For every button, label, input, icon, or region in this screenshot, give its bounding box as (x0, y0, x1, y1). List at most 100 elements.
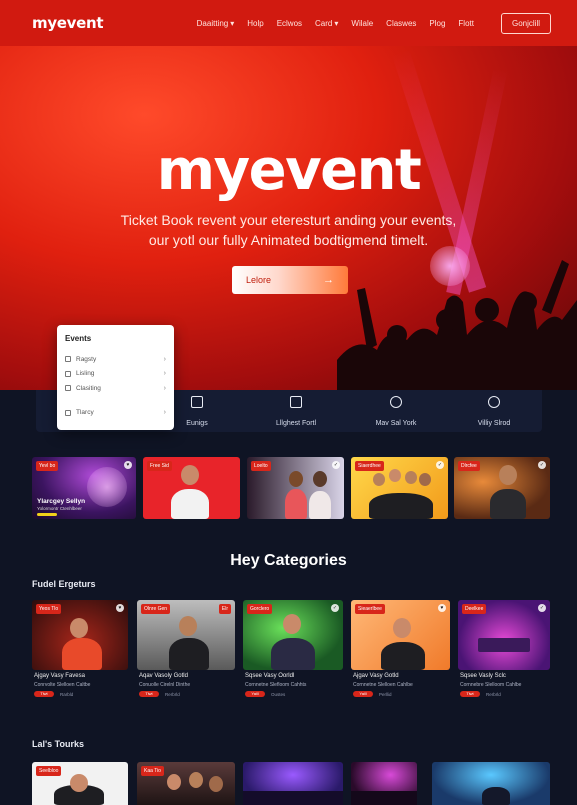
tour-card[interactable] (432, 762, 550, 805)
crowd-image (351, 791, 417, 805)
strip-item[interactable]: Lllghest Fortl (251, 396, 341, 430)
nav-menu: Daaitting ▾ Holp Eclwos Card ▾ Wilale Clas… (197, 12, 551, 34)
nav-item-0[interactable]: Daaitting ▾ (197, 19, 235, 28)
card-pill[interactable]: Tlwt (460, 691, 480, 697)
card-subtitle: Conuolle Cirelnl Dinthe (139, 682, 191, 688)
nav-item-7[interactable]: Flott (458, 19, 474, 28)
strip-item-label: Lllghest Fortl (275, 420, 317, 427)
check-icon[interactable]: ✓ (538, 604, 546, 612)
heart-icon[interactable]: ♥ (116, 604, 124, 612)
row-title: Lal's Tourks (32, 739, 84, 749)
card-subtitle: Yolormontr Ctenhlbeer (37, 506, 82, 511)
section-title: Hey Categories (230, 552, 347, 569)
chevron-right-icon: › (163, 384, 166, 392)
nav-item-3[interactable]: Card ▾ (315, 19, 338, 28)
check-icon[interactable]: ✓ (332, 461, 340, 469)
nav-item-5[interactable]: Claswes (386, 19, 416, 28)
chevron-down-icon: ▾ (334, 18, 339, 28)
performer-head (289, 471, 303, 487)
tour-card[interactable]: Seelbloo (32, 762, 128, 805)
dropdown-item[interactable]: Clasiting › (65, 381, 166, 396)
performer-head (70, 618, 88, 638)
performer-image (285, 489, 307, 519)
check-icon[interactable]: ✓ (538, 461, 546, 469)
strip-item[interactable]: Mav Sal York (351, 396, 441, 430)
performer-head (70, 774, 88, 792)
nav-item-1[interactable]: Holp (247, 19, 263, 28)
crowd-silhouette (337, 260, 577, 390)
category-card[interactable]: Gorclero ✓ (243, 600, 343, 670)
tour-card[interactable] (243, 762, 343, 805)
performer-head (179, 616, 197, 636)
nav-item-4[interactable]: Wilale (351, 19, 373, 28)
card-pill[interactable]: Tlwt (139, 691, 159, 697)
card-pill[interactable]: Yaill (353, 691, 373, 697)
hero-cta-button[interactable]: Lelore → (232, 266, 348, 294)
performer-image (381, 642, 425, 670)
nav-item-label: Card (315, 18, 333, 28)
dropdown-item-label: Tlarcy (76, 409, 94, 417)
nav-item-2[interactable]: Eclwos (277, 19, 302, 28)
performer-head (405, 471, 417, 484)
events-dropdown: Events Ragsty › Lisling › Clasiting › Tl… (57, 325, 174, 430)
arrow-right-icon: → (323, 274, 334, 286)
featured-card[interactable]: Loelto ✓ (247, 457, 344, 519)
card-meta: Rarbld (60, 692, 74, 697)
hero-subtitle-line: Ticket Book revent your eteresturt andin… (120, 212, 457, 228)
card-title: Sqsee Vasly Sclc (460, 673, 506, 679)
nav-cta-button[interactable]: Gonjclill (500, 12, 551, 34)
dropdown-item[interactable]: Ragsty › (65, 352, 166, 367)
dropdown-item-label: Lisling (76, 370, 95, 378)
category-card[interactable]: Deelkee ✓ (458, 600, 550, 670)
chevron-right-icon: › (163, 355, 166, 363)
featured-card[interactable]: Siaerdhee ✓ (351, 457, 448, 519)
performer-head (373, 473, 385, 486)
sliders-icon (191, 396, 203, 408)
hero-cta-label: Lelore (246, 275, 272, 285)
performer-image (271, 638, 315, 670)
performer-head (181, 465, 199, 485)
dropdown-item-label: Clasiting (76, 384, 101, 392)
featured-card[interactable]: Dlrcfee ✓ (454, 457, 550, 519)
dropdown-title: Events (65, 334, 92, 343)
crowd-image (243, 791, 343, 805)
card-meta: Oustes (271, 692, 286, 697)
category-card[interactable]: Yeos Tlo ♥ (32, 600, 128, 670)
tour-card[interactable] (351, 762, 417, 805)
card-meta: Perllid (379, 692, 392, 697)
performer-image (169, 638, 209, 670)
featured-card[interactable]: Free Sid (143, 457, 240, 519)
performer-head (393, 618, 411, 638)
card-pill[interactable]: Yaill (245, 691, 265, 697)
card-subtitle: Conrvolte Slelloen Caltbe (34, 682, 91, 688)
performer-image (482, 787, 510, 805)
dropdown-item[interactable]: Lisling › (65, 367, 166, 382)
check-icon[interactable]: ✓ (331, 604, 339, 612)
ticket-icon (65, 409, 71, 416)
dropdown-item[interactable]: Tlarcy › (65, 406, 166, 421)
performer-head (499, 465, 517, 485)
heart-icon[interactable]: ♥ (438, 604, 446, 612)
calendar-icon (65, 356, 71, 363)
hero-title: myevent (156, 138, 422, 203)
card-badge: Kaa Tio (141, 766, 164, 776)
card-title: Ylarcgey Sellyn (37, 498, 86, 505)
strip-item[interactable]: Villiy Slrod (449, 396, 539, 430)
performer-head (389, 469, 401, 482)
row-title: Fudel Ergeturs (32, 579, 96, 589)
category-card[interactable]: Sieaerlbee ♥ (351, 600, 450, 670)
card-badge: Gorclero (247, 604, 273, 614)
check-icon[interactable]: ✓ (436, 461, 444, 469)
card-subtitle: Cornnebre Slelloom Cahlbe (460, 682, 522, 688)
tour-card[interactable]: Kaa Tio (137, 762, 235, 805)
featured-card[interactable]: Yevl bo ♥ Ylarcgey Sellyn Yolormontr Cte… (32, 457, 136, 519)
card-pill[interactable]: Tlwt (34, 691, 54, 697)
chevron-down-icon: ▾ (230, 18, 235, 28)
nav-item-label: Daaitting (196, 18, 229, 28)
heart-icon[interactable]: ♥ (124, 461, 132, 469)
performer-head (313, 471, 327, 487)
strip-item-label: Villiy Slrod (477, 420, 511, 427)
category-card[interactable]: Olnre Gen Elr (137, 600, 235, 670)
nav-item-6[interactable]: Plog (429, 19, 445, 28)
logo[interactable]: myevent (32, 14, 104, 32)
